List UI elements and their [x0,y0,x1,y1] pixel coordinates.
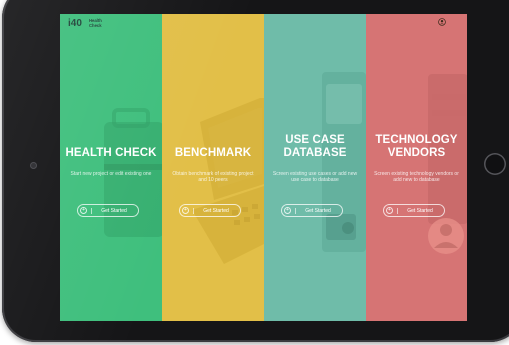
panel-title: USE CASE DATABASE [264,134,366,160]
front-camera [30,162,37,169]
panel-description: Obtain benchmark of existing project and… [172,171,254,184]
panel-description: Screen existing technology vendors or ad… [374,171,459,184]
panel-title: HEALTH CHECK [65,147,157,159]
panel-benchmark[interactable]: BENCHMARK Obtain benchmark of existing p… [162,14,264,321]
get-started-button[interactable]: + Get Started [281,204,343,217]
plus-icon: + [80,207,87,214]
button-label: Get Started [305,208,331,214]
get-started-button[interactable]: + Get Started [77,204,139,217]
panel-technology-vendors[interactable]: TECHNOLOGY VENDORS Screen existing techn… [366,14,467,321]
button-divider [193,208,194,214]
plus-icon: + [386,207,393,214]
button-divider [295,208,296,214]
button-label: Get Started [203,208,229,214]
panel-use-case-database[interactable]: USE CASE DATABASE Screen existing use ca… [264,14,366,321]
home-button[interactable] [484,153,506,175]
panel-description: Screen existing use cases or add new use… [272,171,358,184]
panel-title: TECHNOLOGY VENDORS [366,134,467,160]
panel-title-line1: TECHNOLOGY [375,134,458,146]
button-divider [397,208,398,214]
app-screen: HEALTH CHECK Start new project or edit e… [60,14,467,321]
get-started-button[interactable]: + Get Started [179,204,241,217]
button-divider [91,208,92,214]
logo-subtitle-line2: Check [89,22,102,28]
panel-title-line2: VENDORS [387,147,446,159]
plus-icon: + [182,207,189,214]
logo-mark: i40 [68,18,82,29]
panel-health-check[interactable]: HEALTH CHECK Start new project or edit e… [60,14,162,321]
button-label: Get Started [407,208,433,214]
panel-description: Start new project or edit existing one [70,171,152,177]
user-icon[interactable] [438,18,446,26]
panel-title-line1: USE CASE [285,134,345,146]
logo-subtitle: Health Check [89,18,113,28]
panel-title-line2: DATABASE [283,147,347,159]
button-label: Get Started [101,208,127,214]
panel-title: BENCHMARK [174,147,252,159]
get-started-button[interactable]: + Get Started [383,204,445,217]
plus-icon: + [284,207,291,214]
